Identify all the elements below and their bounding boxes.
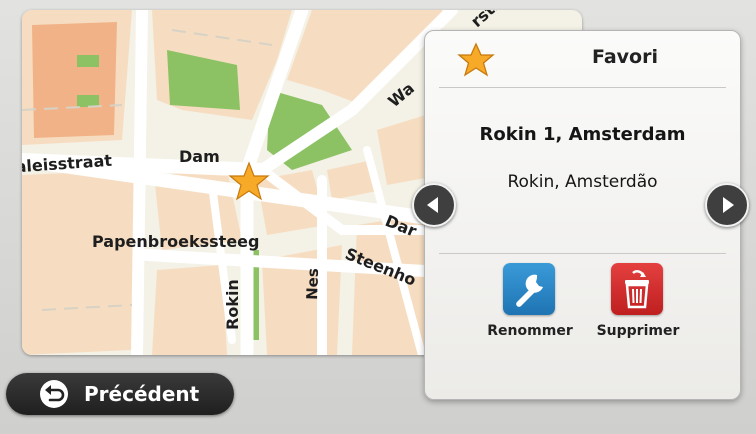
map-label-nes: Nes	[303, 268, 322, 300]
back-button[interactable]: Précédent	[6, 373, 234, 415]
back-arrow-icon	[40, 380, 68, 408]
trash-icon	[611, 263, 663, 315]
map-label-dam: Dam	[179, 147, 220, 166]
wrench-icon	[503, 263, 555, 315]
address-primary: Rokin 1, Amsterdam	[479, 124, 686, 145]
chevron-left-icon	[427, 197, 438, 213]
favorite-star-icon	[457, 42, 495, 77]
header-divider	[439, 87, 726, 88]
address-secondary: Rokin, Amsterdão	[507, 172, 658, 192]
map-label-rokin: Rokin	[223, 279, 242, 330]
rename-label: Renommer	[487, 323, 573, 339]
previous-item-button[interactable]	[412, 183, 456, 227]
panel-header: Favori	[425, 31, 740, 87]
chevron-right-icon	[723, 197, 734, 213]
rename-button[interactable]: Renommer	[475, 263, 585, 353]
map-label-papenbroekssteeg: Papenbroekssteeg	[92, 232, 259, 251]
back-label: Précédent	[84, 382, 200, 406]
delete-button[interactable]: Supprimer	[583, 263, 693, 353]
delete-label: Supprimer	[596, 323, 680, 339]
favorite-detail-panel: Favori Rokin 1, Amsterdam Rokin, Amsterd…	[424, 30, 741, 400]
next-item-button[interactable]	[705, 183, 749, 227]
actions-divider	[439, 253, 726, 254]
panel-title: Favori	[591, 46, 658, 68]
